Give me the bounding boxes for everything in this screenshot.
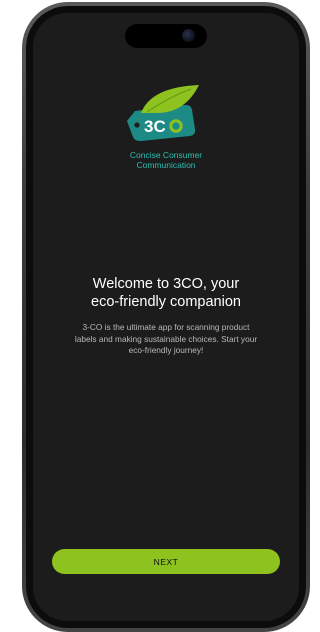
welcome-title: Welcome to 3CO, your eco-friendly compan… [43, 275, 289, 311]
app-screen: 3C Concise Consumer Communication Welcom… [33, 13, 299, 621]
welcome-description-line: labels and making sustainable choices. S… [74, 333, 258, 344]
next-button-label: NEXT [153, 556, 179, 567]
welcome-description: 3-CO is the ultimate app for scanning pr… [47, 322, 285, 357]
logo-tag-hole [134, 122, 140, 128]
leaf-tag-logo-icon: 3C [127, 85, 199, 142]
front-camera-icon [182, 29, 195, 42]
logo-subtitle-line: Communication [136, 160, 196, 170]
phone-frame: 3C Concise Consumer Communication Welcom… [22, 2, 310, 632]
welcome-description-line: 3-CO is the ultimate app for scanning pr… [82, 322, 250, 332]
logo-subtitle: Concise Consumer Communication [33, 150, 299, 170]
next-button[interactable]: NEXT [52, 549, 280, 574]
welcome-title-line: eco-friendly companion [91, 294, 241, 310]
dynamic-island [125, 24, 207, 48]
logo-text-3c: 3C [144, 117, 166, 136]
welcome-title-line: Welcome to 3CO, your [92, 276, 240, 292]
welcome-description-line: eco-friendly journey! [128, 345, 204, 355]
logo-subtitle-line: Concise Consumer [129, 150, 203, 160]
